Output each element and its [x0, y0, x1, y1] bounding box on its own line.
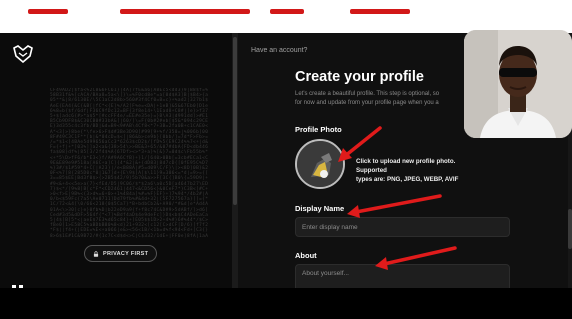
upload-line-2: types are: PNG, JPEG, WEBP, AVIF [356, 176, 459, 183]
display-name-input[interactable] [295, 217, 510, 237]
divider-scroll-thumb[interactable] [233, 37, 237, 205]
page-title: Create your profile [295, 69, 424, 85]
upload-line-1: Click to upload new profile photo. Suppo… [356, 158, 456, 174]
left-panel: CF49AD2|$fa<%2C8&6FC61}[4A[7fE&a6]A8Ec5<… [0, 33, 232, 288]
lock-icon [93, 250, 99, 257]
logo-icon[interactable] [12, 45, 34, 63]
webcam-person-image [464, 30, 572, 138]
code-rain-decoration: CF49AD2|$fa<%2C8&6FC61}[4A[7fE&a6]A8Ec5<… [50, 88, 209, 238]
about-label: About [295, 251, 317, 260]
form-scroll-thumb[interactable] [568, 209, 572, 249]
privacy-first-badge: PRIVACY FIRST [84, 245, 158, 262]
display-name-label: Display Name [295, 204, 345, 213]
profile-photo-label: Profile Photo [295, 125, 342, 134]
privacy-badge-label: PRIVACY FIRST [103, 250, 149, 257]
intro-line-1: Let's create a beautiful profile. This s… [295, 91, 440, 97]
about-textarea[interactable] [295, 264, 510, 288]
bottom-black-band [0, 288, 572, 319]
red-scribble-mark [0, 6, 572, 20]
intro-text: Let's create a beautiful profile. This s… [295, 90, 485, 108]
have-account-link[interactable]: Have an account? [251, 47, 307, 54]
top-white-strip [0, 0, 572, 33]
left-heading-cutoff-text [12, 285, 23, 288]
intro-line-2: for now and update from your profile pag… [295, 100, 439, 106]
profile-photo-upload[interactable] [295, 139, 345, 189]
left-heading-partial [10, 281, 210, 288]
upload-avatar-icon [297, 141, 343, 187]
upload-instructions: Click to upload new profile photo. Suppo… [356, 157, 476, 184]
webcam-overlay [464, 30, 572, 138]
